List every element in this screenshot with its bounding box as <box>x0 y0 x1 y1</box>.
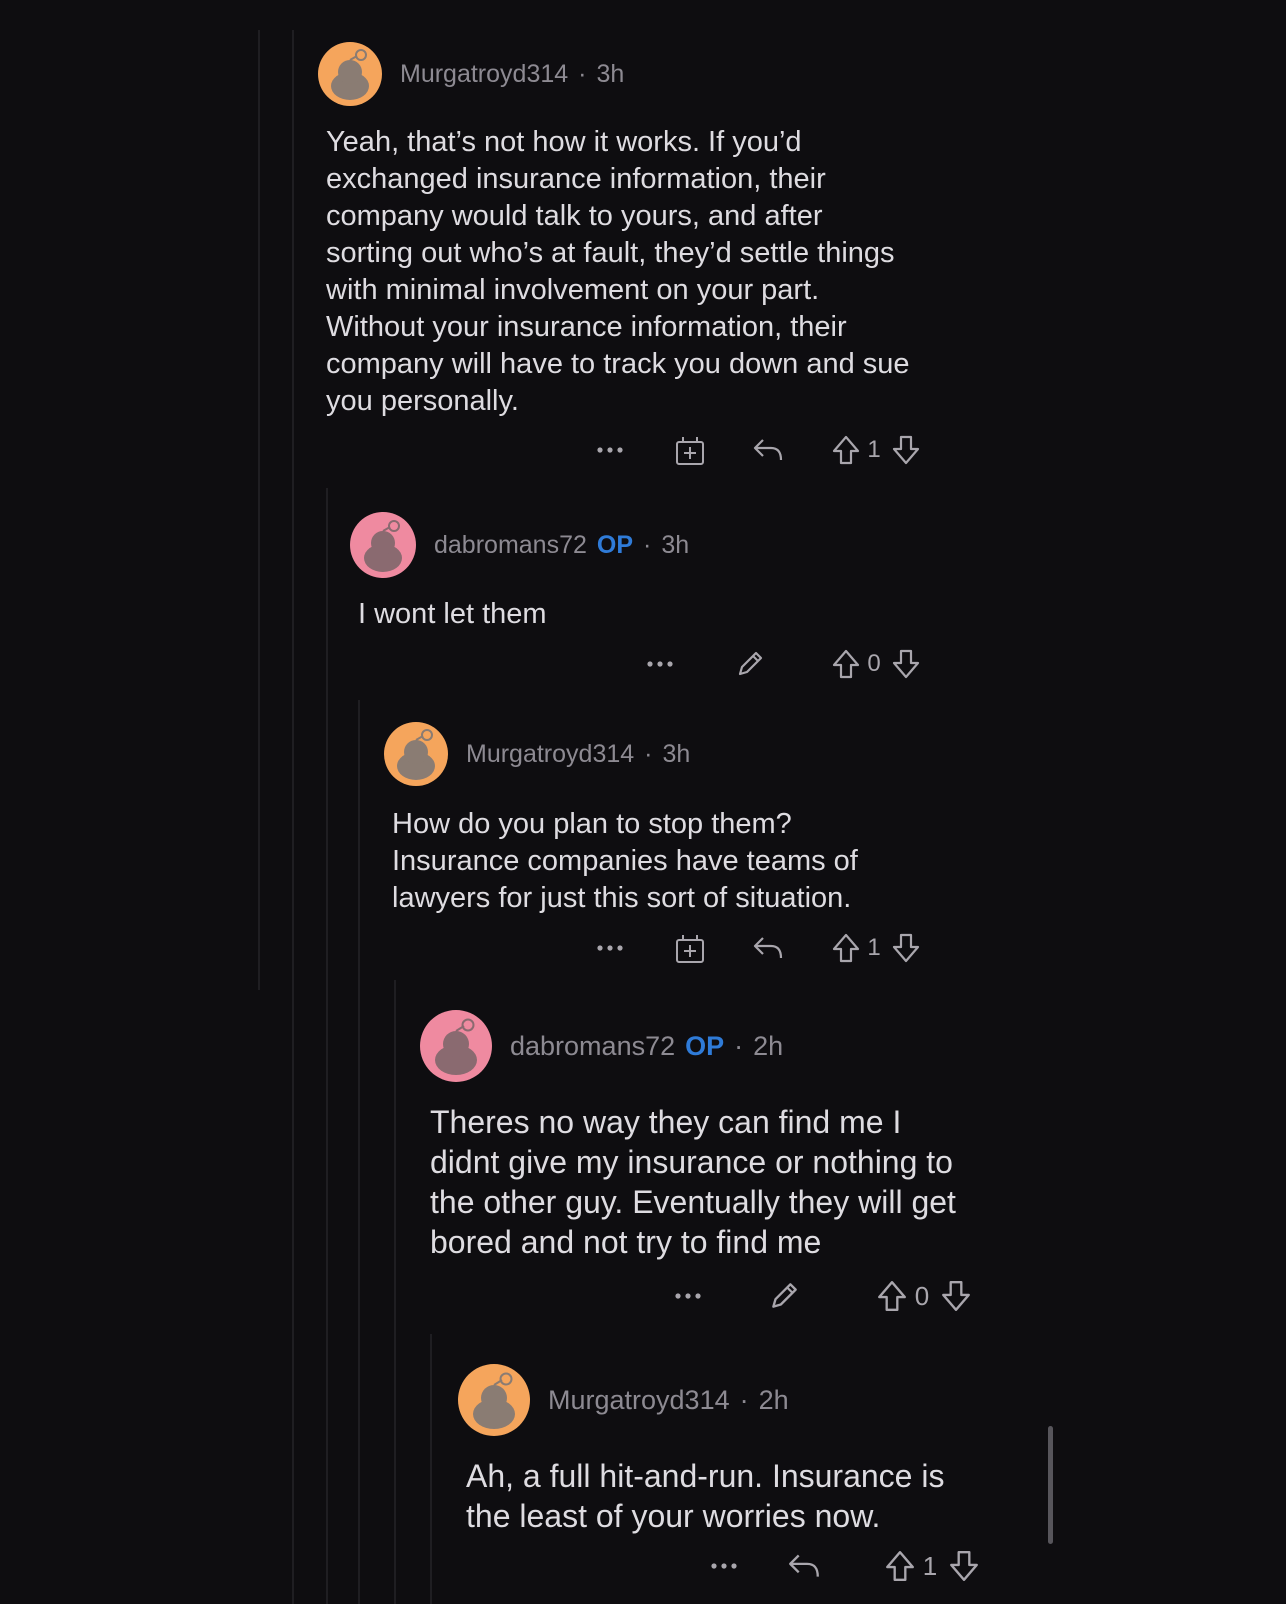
avatar[interactable] <box>350 512 416 578</box>
op-badge: OP <box>685 1030 725 1061</box>
snoo-icon <box>364 520 402 572</box>
upvote-icon[interactable] <box>826 430 866 470</box>
upvote-icon[interactable] <box>826 928 866 968</box>
comment-body: I wont let them <box>358 598 547 630</box>
comment-meta: Murgatroyd314 · 3h <box>400 60 624 89</box>
comment-body: How do you plan to stop them? Insurance … <box>392 808 858 914</box>
comment-meta: dabromans72 OP · 3h <box>434 531 689 560</box>
comment-age: 2h <box>753 1030 784 1061</box>
thread-line <box>326 488 328 1604</box>
separator-dot: · <box>644 739 653 768</box>
thread-line <box>430 1334 432 1604</box>
avatar[interactable] <box>458 1364 530 1436</box>
avatar[interactable] <box>384 722 448 786</box>
separator-dot: · <box>734 1030 744 1061</box>
comment-age: 2h <box>758 1384 789 1415</box>
thread-line <box>292 30 294 1604</box>
upvote-icon[interactable] <box>880 1546 920 1586</box>
snoo-icon <box>473 1372 515 1429</box>
comment-age: 3h <box>596 59 625 88</box>
edit-icon[interactable] <box>730 644 770 684</box>
comment-body: Yeah, that’s not how it works. If you’d … <box>326 126 910 417</box>
more-icon[interactable] <box>590 430 630 470</box>
comment-actions: 1 <box>704 1546 1024 1586</box>
downvote-icon[interactable] <box>886 644 926 684</box>
vote-score: 0 <box>914 1280 930 1311</box>
upvote-icon[interactable] <box>872 1276 912 1316</box>
vote-score: 0 <box>867 650 881 677</box>
comment-body: Ah, a full hit-and-run. Insurance is the… <box>466 1458 945 1534</box>
award-icon[interactable] <box>670 928 710 968</box>
downvote-icon[interactable] <box>936 1276 976 1316</box>
comment-meta: dabromans72 OP · 2h <box>510 1031 783 1062</box>
reply-icon[interactable] <box>748 430 788 470</box>
op-badge: OP <box>596 530 634 559</box>
reply-icon[interactable] <box>784 1546 824 1586</box>
thread-line <box>358 700 360 1604</box>
avatar[interactable] <box>420 1010 492 1082</box>
comment-actions: 1 <box>590 928 950 968</box>
comment-header: Murgatroyd314 · 3h <box>318 42 624 106</box>
avatar[interactable] <box>318 42 382 106</box>
more-icon[interactable] <box>640 644 680 684</box>
author-name[interactable]: Murgatroyd314 <box>400 60 568 89</box>
separator-dot: · <box>643 530 652 559</box>
separator-dot: · <box>739 1384 749 1415</box>
award-icon[interactable] <box>670 430 710 470</box>
more-icon[interactable] <box>590 928 630 968</box>
author-name[interactable]: dabromans72 <box>434 531 587 560</box>
more-icon[interactable] <box>668 1276 708 1316</box>
snoo-icon <box>397 729 435 780</box>
author-name[interactable]: Murgatroyd314 <box>466 740 634 769</box>
comment-age: 3h <box>661 530 690 559</box>
comment-meta: Murgatroyd314 · 2h <box>548 1385 789 1416</box>
downvote-icon[interactable] <box>886 928 926 968</box>
comment-actions: 0 <box>640 644 960 684</box>
author-name[interactable]: Murgatroyd314 <box>548 1385 730 1416</box>
scrollbar[interactable] <box>1048 1426 1053 1544</box>
comment-body: Theres no way they can find me I didnt g… <box>430 1104 956 1260</box>
more-icon[interactable] <box>704 1546 744 1586</box>
downvote-icon[interactable] <box>886 430 926 470</box>
comment-header: dabromans72 OP · 3h <box>350 512 689 578</box>
comment-age: 3h <box>662 739 691 768</box>
comment-actions: 0 <box>668 1276 1008 1316</box>
vote-score: 1 <box>867 934 881 961</box>
comment-header: Murgatroyd314 · 2h <box>458 1364 789 1436</box>
comment-header: dabromans72 OP · 2h <box>420 1010 783 1082</box>
upvote-icon[interactable] <box>826 644 866 684</box>
author-name[interactable]: dabromans72 <box>510 1031 675 1062</box>
comment-header: Murgatroyd314 · 3h <box>384 722 690 786</box>
thread-line <box>394 980 396 1604</box>
vote-score: 1 <box>922 1550 938 1581</box>
comment-actions: 1 <box>590 430 950 470</box>
downvote-icon[interactable] <box>944 1546 984 1586</box>
edit-icon[interactable] <box>764 1276 804 1316</box>
thread-line <box>258 30 260 990</box>
separator-dot: · <box>578 59 587 88</box>
vote-score: 1 <box>867 436 881 463</box>
snoo-icon <box>331 49 369 100</box>
comment-meta: Murgatroyd314 · 3h <box>466 740 690 769</box>
reply-icon[interactable] <box>748 928 788 968</box>
snoo-icon <box>435 1018 477 1075</box>
